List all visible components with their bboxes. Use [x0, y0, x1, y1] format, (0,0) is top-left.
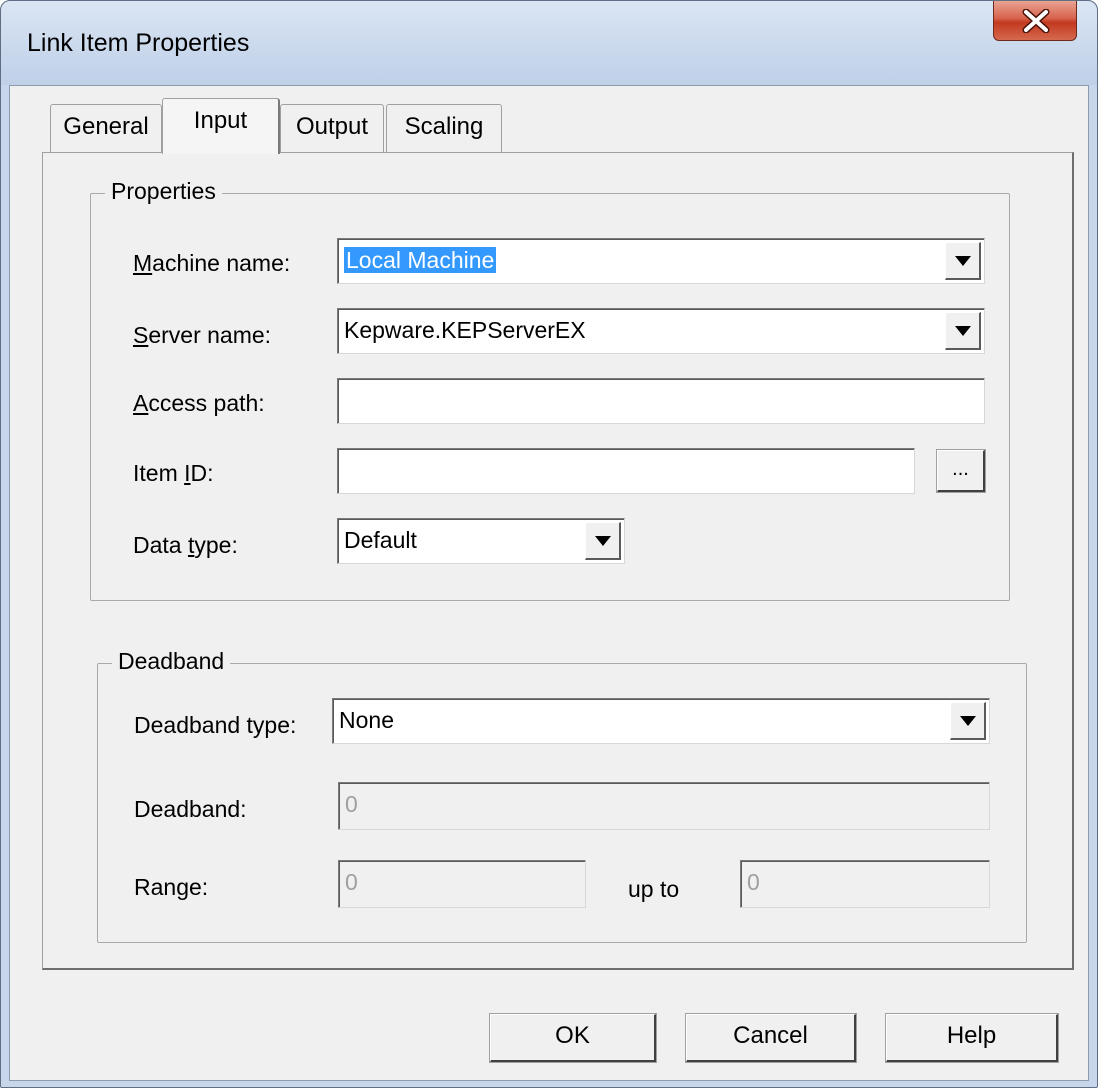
dialog-window: Link Item Properties General Input Outpu…	[0, 0, 1098, 1088]
tab-general[interactable]: General	[50, 104, 162, 152]
range-label: Range:	[134, 874, 209, 900]
cancel-button[interactable]: Cancel	[685, 1013, 857, 1063]
deadband-input[interactable]: 0	[338, 782, 990, 830]
data-type-label: Data type:	[133, 532, 238, 558]
access-path-label: Access path:	[133, 390, 265, 416]
properties-group: Properties Machine name: Local Machine S…	[90, 178, 1010, 601]
item-id-input[interactable]	[337, 448, 915, 494]
properties-group-title: Properties	[105, 178, 222, 205]
server-name-combo[interactable]: Kepware.KEPServerEX	[337, 308, 985, 354]
range-up-to-label: up to	[628, 876, 680, 902]
tab-input[interactable]: Input	[162, 98, 280, 154]
machine-name-label: Machine name:	[133, 250, 291, 276]
deadband-group-title: Deadband	[112, 648, 231, 675]
window-title: Link Item Properties	[27, 29, 250, 57]
tab-scaling[interactable]: Scaling	[386, 104, 502, 152]
dialog-client-area: General Input Output Scaling Properties …	[9, 85, 1089, 1081]
deadband-type-value: None	[339, 707, 394, 733]
server-name-label: Server name:	[133, 322, 272, 348]
range-from-input[interactable]: 0	[338, 860, 586, 908]
data-type-dropdown-button[interactable]	[585, 522, 621, 560]
title-bar[interactable]: Link Item Properties	[1, 1, 1097, 85]
machine-name-dropdown-button[interactable]	[945, 242, 981, 280]
ok-button[interactable]: OK	[489, 1013, 657, 1063]
server-name-value: Kepware.KEPServerEX	[344, 317, 586, 343]
deadband-type-combo[interactable]: None	[332, 698, 990, 744]
close-button[interactable]	[993, 1, 1077, 41]
help-button[interactable]: Help	[885, 1013, 1059, 1063]
data-type-value: Default	[344, 527, 417, 553]
machine-name-combo[interactable]: Local Machine	[337, 238, 985, 284]
deadband-label: Deadband:	[134, 796, 247, 822]
tab-panel-input: Properties Machine name: Local Machine S…	[42, 152, 1074, 970]
data-type-combo[interactable]: Default	[337, 518, 625, 564]
browse-item-id-button[interactable]: ...	[936, 449, 986, 493]
range-to-input[interactable]: 0	[740, 860, 990, 908]
server-name-dropdown-button[interactable]	[945, 312, 981, 350]
tab-output[interactable]: Output	[280, 104, 384, 152]
machine-name-value: Local Machine	[344, 247, 497, 273]
access-path-input[interactable]	[337, 378, 985, 424]
deadband-type-label: Deadband type:	[134, 712, 297, 738]
item-id-label: Item ID:	[133, 460, 214, 486]
deadband-group: Deadband Deadband type: None Deadband: 0…	[97, 648, 1027, 943]
deadband-type-dropdown-button[interactable]	[950, 702, 986, 740]
